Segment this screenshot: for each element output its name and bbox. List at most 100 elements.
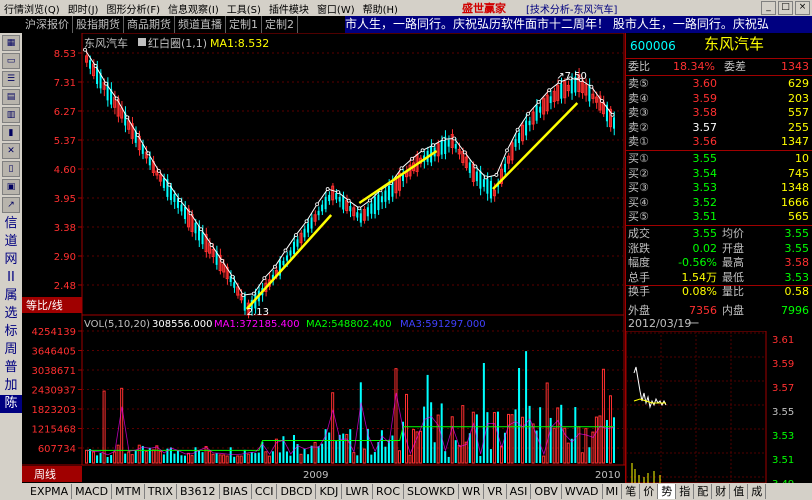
left-tool-5[interactable]: 选 [0, 305, 22, 323]
buy-volume: 745 [788, 166, 809, 180]
view-tab-6[interactable]: 值 [730, 484, 749, 499]
indicator-tab-kdj[interactable]: KDJ [316, 484, 343, 499]
indicator-tab-macd[interactable]: MACD [72, 484, 113, 499]
stat-label-1: 总手 [628, 270, 650, 284]
window-icon[interactable]: ▭ [2, 53, 20, 69]
sell-label: 卖③ [628, 106, 649, 120]
stat-label-1: 涨跌 [628, 241, 650, 255]
indicator-tab-roc[interactable]: ROC [373, 484, 404, 499]
menu-item-6[interactable]: 窗口(W) [313, 1, 359, 16]
volume-y-tick: 3038671 [31, 366, 76, 377]
tab-3[interactable]: 频道直播 [175, 16, 226, 33]
stat-label-1: 幅度 [628, 256, 650, 270]
period-tab[interactable]: 周线 [34, 467, 56, 481]
sell-row-1: 卖④ 3.59 203 [626, 92, 812, 106]
left-tool-6[interactable]: 标 [0, 323, 22, 341]
price-y-tick: 7.31 [54, 78, 76, 89]
stat-value-1: 7356 [689, 304, 717, 317]
x-label-2010: 2010 [595, 470, 620, 481]
left-tool-4[interactable]: 属 [0, 287, 22, 305]
menu-item-5[interactable]: 插件模块 [265, 1, 313, 16]
menu-item-1[interactable]: 即时(J) [64, 1, 103, 16]
indicator-tab-obv[interactable]: OBV [531, 484, 562, 499]
menu-item-7[interactable]: 帮助(H) [359, 1, 402, 16]
indicator-tab-cci[interactable]: CCI [252, 484, 278, 499]
left-tool-10[interactable]: 陈 [0, 395, 22, 413]
price-y-tick: 3.95 [54, 194, 76, 205]
close-icon[interactable]: × [795, 1, 810, 15]
buy-label: 买② [628, 166, 649, 180]
indicator-tab-asi[interactable]: ASI [507, 484, 532, 499]
stat-value-1: 3.55 [692, 227, 718, 240]
quote-panel: 600006 东风汽车 委比 18.34% 委差 1343 卖⑤ 3.60 629 卖④ 3.59 2… [625, 33, 812, 483]
buy-price: 3.54 [692, 166, 718, 180]
left-tool-3[interactable]: II [0, 269, 22, 287]
wei-bi-label: 委比 [628, 60, 650, 73]
mini-y-tick: 3.61 [772, 335, 794, 346]
tab-0[interactable]: 沪深报价 [22, 16, 73, 33]
left-tool-7[interactable]: 周 [0, 341, 22, 359]
chart-area[interactable]: 8.53 7.31 6.27 5.37 4.60 3.95 3.38 2.90 2.48 等比/线… [22, 32, 625, 483]
view-tab-1[interactable]: 价 [640, 484, 659, 499]
trend-line [245, 214, 333, 310]
volume-bars [85, 351, 615, 464]
tab-4[interactable]: 定制1 [226, 16, 262, 33]
left-tool-9[interactable]: 加 [0, 377, 22, 395]
left-tool-8[interactable]: 普 [0, 359, 22, 377]
doc-icon[interactable]: ▯ [2, 161, 20, 177]
news-icon[interactable]: ▣ [2, 179, 20, 195]
tab-5[interactable]: 定制2 [262, 16, 298, 33]
stat-label-2: 最低 [722, 270, 744, 284]
buy-price: 3.52 [692, 195, 718, 209]
view-tab-0[interactable]: 笔 [622, 484, 641, 499]
stat-label-2: 量比 [722, 285, 744, 299]
buy-volume: 10 [795, 152, 809, 165]
indicator-tab-vr[interactable]: VR [484, 484, 507, 499]
sell-label: 卖② [628, 120, 649, 134]
stat-value-2: 0.58 [784, 285, 810, 299]
indicator-tab-mi[interactable]: MI [603, 484, 623, 499]
grid-icon[interactable]: ▦ [2, 35, 20, 51]
view-tab-2[interactable]: 势 [658, 484, 677, 499]
indicator-tab-b3612[interactable]: B3612 [177, 484, 220, 499]
x-icon[interactable]: ✕ [2, 143, 20, 159]
maximize-icon[interactable]: □ [778, 1, 793, 15]
sell-row-4: 卖① 3.56 1347 [626, 135, 812, 149]
view-tab-4[interactable]: 配 [694, 484, 713, 499]
indicator-tab-wvad[interactable]: WVAD [562, 484, 603, 499]
indicator-tab-trix[interactable]: TRIX [145, 484, 177, 499]
indicator-tab-dbcd[interactable]: DBCD [277, 484, 317, 499]
menu-item-0[interactable]: 行情浏览(Q) [0, 1, 64, 16]
ratio-tab[interactable]: 等比/线 [26, 298, 63, 312]
menu-item-3[interactable]: 信息观察(I) [164, 1, 223, 16]
left-tool-0[interactable]: 信 [0, 215, 22, 233]
menu-item-2[interactable]: 图形分析(F) [102, 1, 164, 16]
arrow-icon[interactable]: ↗ [2, 197, 20, 213]
view-tab-3[interactable]: 指 [676, 484, 695, 499]
indicator-tab-bias[interactable]: BIAS [220, 484, 252, 499]
technical-chart[interactable]: 8.53 7.31 6.27 5.37 4.60 3.95 3.38 2.90 2.48 等比/线… [22, 32, 625, 483]
mini-y-tick: 3.51 [772, 455, 794, 466]
left-tool-2[interactable]: 网 [0, 251, 22, 269]
vol-ma2: MA2:548802.400 [306, 319, 392, 330]
indicator-tab-mtm[interactable]: MTM [112, 484, 145, 499]
stat-label-1: 外盘 [628, 304, 650, 317]
menu-item-4[interactable]: 工具(S) [223, 1, 265, 16]
tab-1[interactable]: 股指期货 [73, 16, 124, 33]
indicator-tab-wr[interactable]: WR [459, 484, 485, 499]
view-tab-5[interactable]: 财 [712, 484, 731, 499]
table-icon[interactable]: ▤ [2, 89, 20, 105]
volume-y-tick: 607734 [38, 444, 76, 455]
chart-icon[interactable]: ▥ [2, 107, 20, 123]
indicator-tab-slowkd[interactable]: SLOWKD [404, 484, 459, 499]
list-icon[interactable]: ☰ [2, 71, 20, 87]
indicator-tab-expma[interactable]: EXPMA [27, 484, 73, 499]
minimize-icon[interactable]: _ [761, 1, 776, 15]
view-tab-7[interactable]: 成 [748, 484, 767, 499]
wei-cha-label: 委差 [724, 60, 746, 73]
k-line-icon[interactable]: ▮ [2, 125, 20, 141]
indicator-tab-lwr[interactable]: LWR [342, 484, 374, 499]
date-dash: 一 [688, 317, 699, 330]
tab-2[interactable]: 商品期货 [124, 16, 175, 33]
left-tool-1[interactable]: 道 [0, 233, 22, 251]
